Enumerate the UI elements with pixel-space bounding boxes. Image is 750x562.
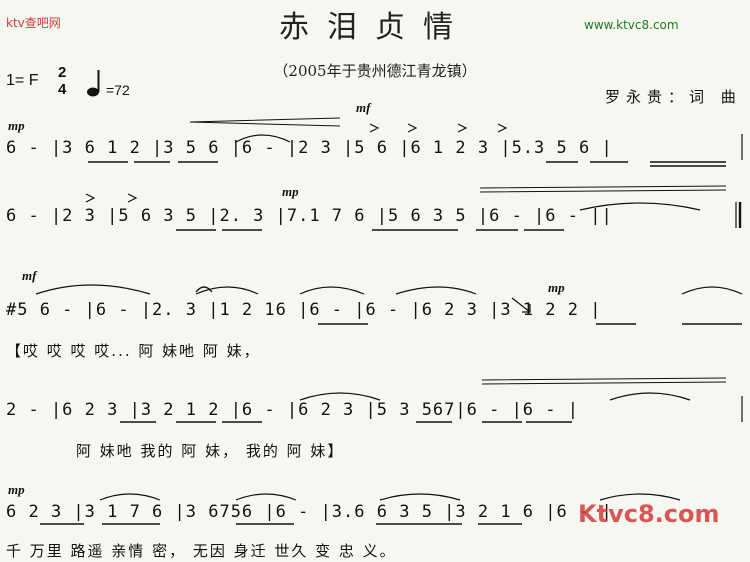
tie-mark [195, 286, 259, 295]
notation-overlay [35, 117, 743, 525]
tie-mark [379, 493, 461, 501]
accent-marks [85, 193, 138, 203]
tie-mark [299, 286, 365, 295]
accent-marks [369, 123, 508, 133]
bar-lines [735, 134, 743, 422]
crescendo-hairpin [189, 117, 341, 127]
tie-mark [99, 493, 161, 501]
tie-mark [299, 392, 381, 401]
tie-mark [235, 493, 297, 501]
tie-mark [681, 286, 743, 295]
tie-long [479, 185, 727, 193]
tie-mark [579, 202, 701, 211]
tie-mark [235, 134, 291, 143]
tie-mark [35, 284, 151, 295]
tie-mark [609, 392, 691, 401]
tie-mark [395, 286, 477, 295]
site-logo: Ktvc8.com [578, 500, 720, 528]
arrow-icon [511, 297, 531, 313]
tie-long [481, 377, 727, 385]
